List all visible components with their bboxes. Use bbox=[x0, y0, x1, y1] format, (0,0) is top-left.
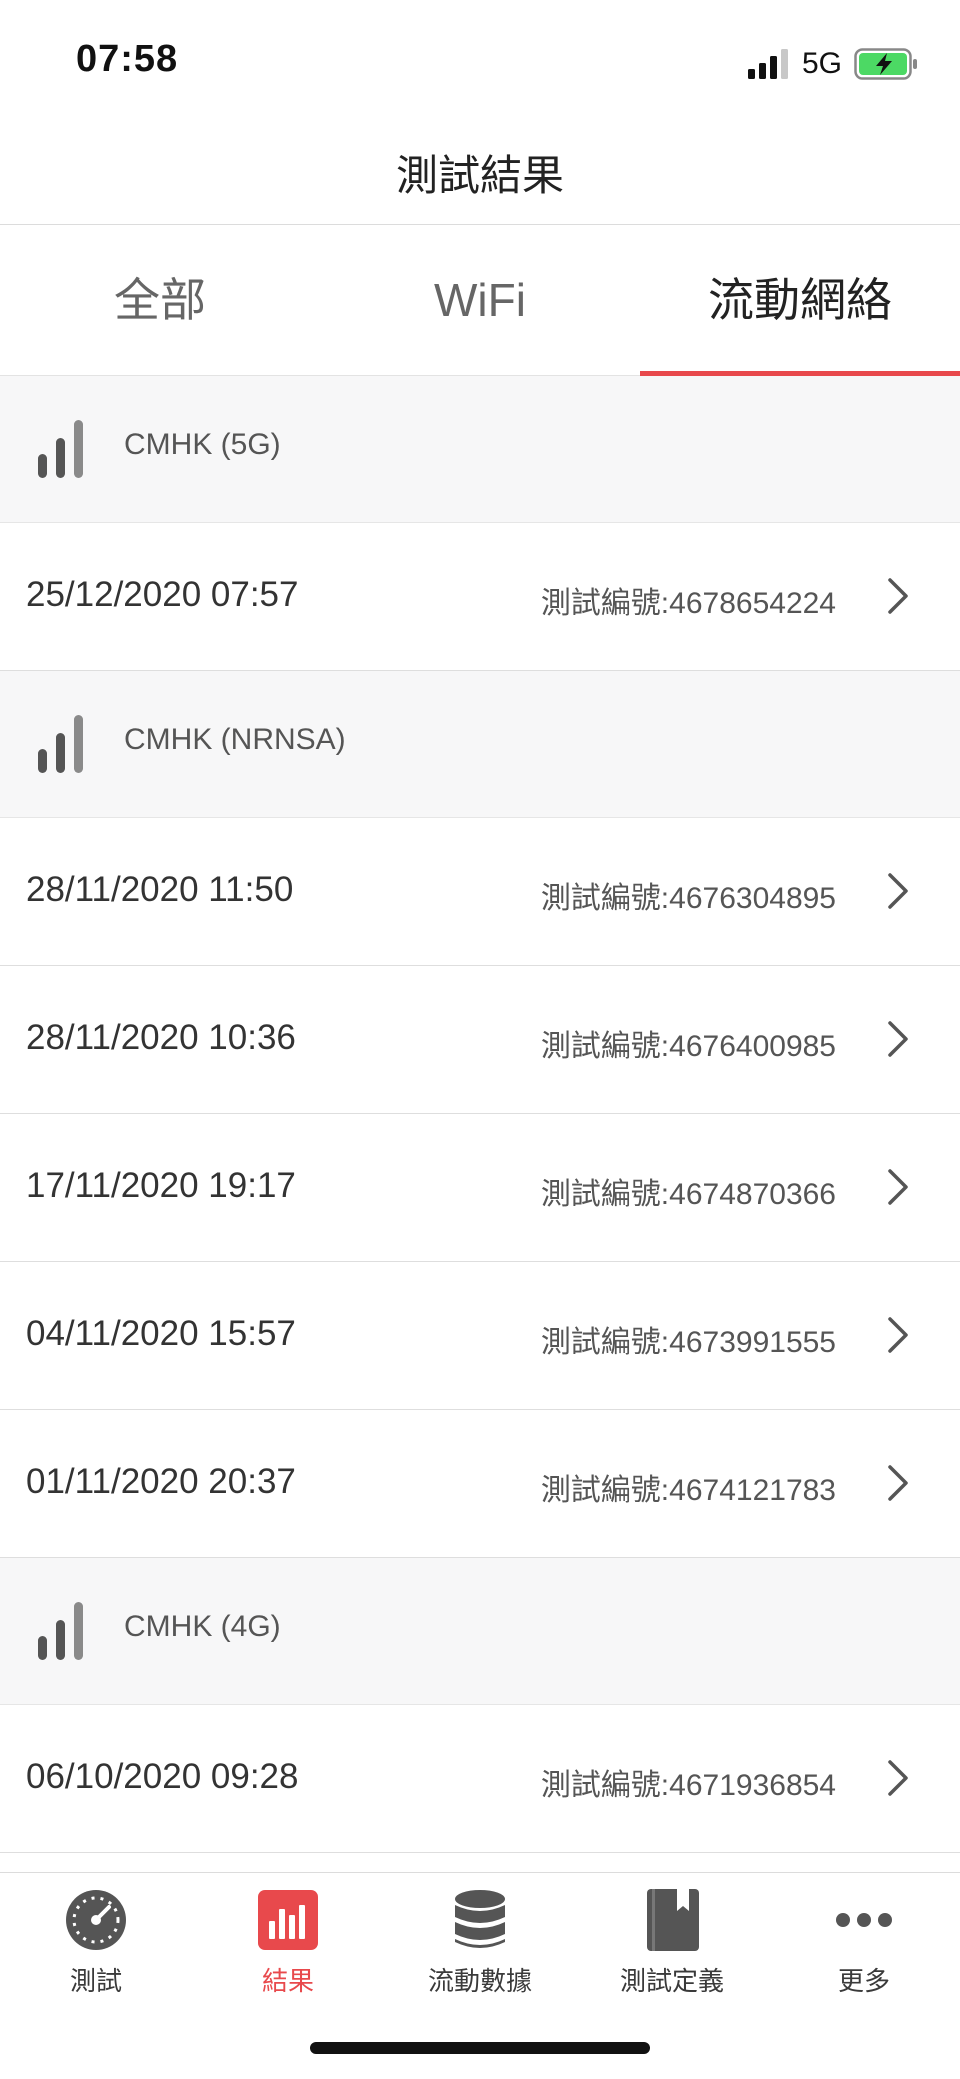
result-test-id: 測試編號:4671936854 bbox=[540, 1769, 836, 1802]
chevron-right-icon bbox=[888, 578, 908, 614]
cell-signal-icon bbox=[747, 49, 788, 79]
database-icon bbox=[455, 1890, 505, 1948]
page-title: 測試結果 bbox=[395, 152, 564, 199]
status-bar: 07:58 5G bbox=[0, 0, 960, 120]
book-icon bbox=[647, 1889, 699, 1951]
group-header-nrnsa: CMHK (NRNSA) bbox=[0, 671, 960, 818]
tabbar-label: 更多 bbox=[837, 1966, 890, 1996]
result-test-id: 測試編號:4678654224 bbox=[540, 587, 836, 620]
status-time: 07:58 bbox=[76, 38, 179, 80]
result-row[interactable]: 25/12/2020 07:57 測試編號:4678654224 bbox=[0, 523, 960, 671]
cellular-signal-icon bbox=[38, 1602, 83, 1660]
result-date: 28/11/2020 10:36 bbox=[26, 1018, 296, 1057]
result-row[interactable]: 01/11/2020 20:37 測試編號:4674121783 bbox=[0, 1410, 960, 1558]
chevron-right-icon bbox=[888, 873, 908, 909]
tabbar-item-more[interactable]: 更多 bbox=[768, 1887, 960, 1998]
group-label: CMHK (5G) bbox=[124, 428, 281, 461]
tabbar-label: 測試定義 bbox=[619, 1966, 724, 1996]
result-row[interactable]: 04/11/2020 15:57 測試編號:4673991555 bbox=[0, 1262, 960, 1410]
chevron-right-icon bbox=[888, 1169, 908, 1205]
tab-mobile-network[interactable]: 流動網絡 bbox=[640, 225, 960, 376]
result-date: 04/11/2020 15:57 bbox=[26, 1314, 296, 1353]
network-type-label: 5G bbox=[801, 47, 842, 80]
result-test-id: 測試編號:4674870366 bbox=[540, 1178, 836, 1211]
chevron-right-icon bbox=[888, 1021, 908, 1057]
segment-tabs: 全部 WiFi 流動網絡 bbox=[0, 225, 960, 376]
result-test-id: 測試編號:4676304895 bbox=[540, 882, 836, 915]
result-date: 17/11/2020 19:17 bbox=[26, 1166, 296, 1205]
navigation-bar: 測試結果 bbox=[0, 120, 960, 225]
more-dots-icon bbox=[836, 1913, 892, 1927]
cellular-signal-icon bbox=[38, 715, 83, 773]
tabbar-item-test-definition[interactable]: 測試定義 bbox=[576, 1887, 768, 1998]
results-list: CMHK (5G) 25/12/2020 07:57 測試編號:46786542… bbox=[0, 376, 960, 1853]
result-row[interactable]: 17/11/2020 19:17 測試編號:4674870366 bbox=[0, 1114, 960, 1262]
tab-all[interactable]: 全部 bbox=[0, 225, 320, 375]
tabbar-item-results[interactable]: 結果 bbox=[192, 1887, 384, 1998]
tabbar-label: 結果 bbox=[261, 1966, 314, 1996]
chevron-right-icon bbox=[888, 1465, 908, 1501]
result-date: 25/12/2020 07:57 bbox=[26, 575, 299, 614]
home-indicator bbox=[310, 2042, 650, 2054]
results-chart-icon bbox=[258, 1890, 318, 1950]
group-label: CMHK (4G) bbox=[124, 1610, 281, 1643]
result-date: 06/10/2020 09:28 bbox=[26, 1757, 299, 1796]
cellular-signal-icon bbox=[38, 420, 83, 478]
group-label: CMHK (NRNSA) bbox=[124, 723, 346, 756]
result-test-id: 測試編號:4676400985 bbox=[540, 1030, 836, 1063]
result-date: 28/11/2020 11:50 bbox=[26, 870, 294, 909]
result-test-id: 測試編號:4673991555 bbox=[540, 1326, 836, 1359]
tabbar-label: 測試 bbox=[69, 1966, 122, 1996]
chevron-right-icon bbox=[888, 1317, 908, 1353]
chevron-right-icon bbox=[888, 1760, 908, 1796]
status-indicators: 5G bbox=[747, 44, 918, 84]
group-header-5g: CMHK (5G) bbox=[0, 376, 960, 523]
result-row[interactable]: 06/10/2020 09:28 測試編號:4671936854 bbox=[0, 1705, 960, 1853]
tabbar-label: 流動數據 bbox=[427, 1966, 532, 1996]
result-date: 01/11/2020 20:37 bbox=[26, 1462, 296, 1501]
tabbar-item-test[interactable]: 測試 bbox=[0, 1887, 192, 1998]
result-row[interactable]: 28/11/2020 11:50 測試編號:4676304895 bbox=[0, 818, 960, 966]
group-header-4g: CMHK (4G) bbox=[0, 1558, 960, 1705]
result-row[interactable]: 28/11/2020 10:36 測試編號:4676400985 bbox=[0, 966, 960, 1114]
speedometer-icon bbox=[66, 1890, 126, 1950]
tab-wifi[interactable]: WiFi bbox=[320, 225, 640, 375]
battery-charging-icon bbox=[854, 48, 917, 80]
tabbar-item-mobile-data[interactable]: 流動數據 bbox=[384, 1887, 576, 1998]
result-test-id: 測試編號:4674121783 bbox=[540, 1474, 836, 1507]
